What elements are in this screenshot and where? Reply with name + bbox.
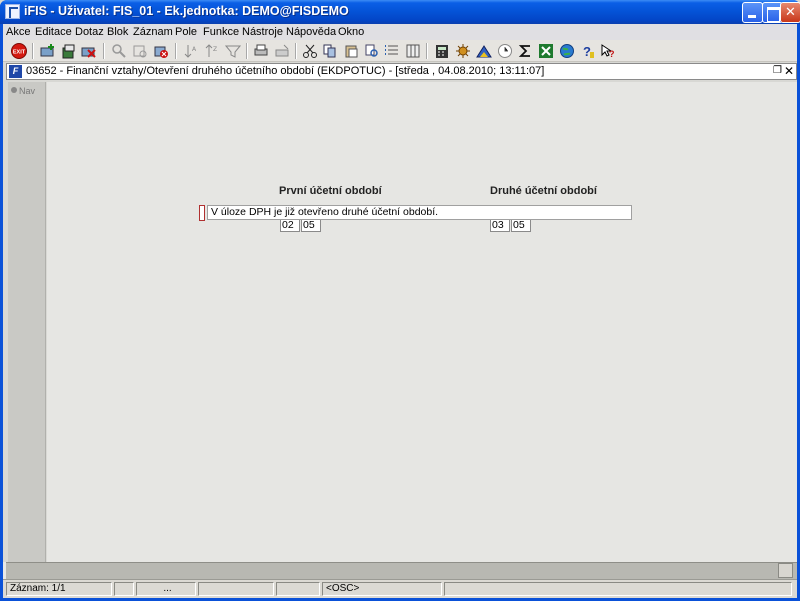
cut-icon[interactable] — [302, 43, 318, 59]
delete-record-icon[interactable] — [81, 43, 97, 59]
menu-napoveda[interactable]: Nápověda — [286, 26, 336, 38]
menu-pole[interactable]: Pole — [175, 26, 197, 38]
toolbar-separator — [32, 43, 34, 59]
context-help-icon[interactable]: ? — [600, 43, 616, 59]
horizontal-scrollbar[interactable] — [6, 562, 797, 579]
status-cell-2 — [114, 582, 134, 596]
menu-funkce[interactable]: Funkce — [203, 26, 239, 38]
menu-editace[interactable]: Editace — [35, 26, 72, 38]
second-period-year-field[interactable]: 05 — [511, 218, 531, 232]
menu-akce[interactable]: Akce — [6, 26, 30, 38]
restore-icon[interactable]: ❐ — [773, 65, 782, 76]
app-icon — [5, 4, 20, 19]
scrollbar-thumb[interactable] — [778, 563, 793, 578]
form-window-title: 03652 - Finanční vztahy/Otevření druhého… — [26, 65, 545, 77]
menubar: Akce Editace Dotaz Blok Záznam Pole Funk… — [3, 24, 797, 40]
toolbar: EXIT A Z ? ? — [3, 40, 797, 62]
form-window-icon: F — [9, 65, 22, 78]
svg-text:?: ? — [583, 44, 591, 59]
window-title: iFIS - Uživatel: FIS_01 - Ek.jednotka: D… — [24, 4, 349, 18]
list-icon[interactable] — [384, 43, 400, 59]
title-bar[interactable]: iFIS - Uživatel: FIS_01 - Ek.jednotka: D… — [0, 0, 800, 24]
paste-icon[interactable] — [343, 43, 359, 59]
svg-text:A: A — [192, 46, 197, 53]
minimize-button[interactable] — [742, 2, 763, 23]
exit-label: EXIT — [13, 50, 26, 56]
toolbar-separator — [246, 43, 248, 59]
menu-dotaz[interactable]: Dotaz — [75, 26, 104, 38]
second-period-month-field[interactable]: 03 — [490, 218, 510, 232]
print-setup-icon[interactable] — [274, 43, 290, 59]
print-icon[interactable] — [253, 43, 269, 59]
message-field[interactable]: V úloze DPH je již otevřeno druhé účetní… — [207, 205, 632, 220]
menu-zaznam[interactable]: Záznam — [133, 26, 173, 38]
chart-icon[interactable] — [476, 43, 492, 59]
settings-icon[interactable] — [455, 43, 471, 59]
clock-icon[interactable] — [497, 43, 513, 59]
close-button[interactable] — [780, 2, 800, 23]
first-period-month-field[interactable]: 02 — [280, 218, 300, 232]
status-cell-5 — [276, 582, 320, 596]
menu-okno[interactable]: Okno — [338, 26, 364, 38]
menu-blok[interactable]: Blok — [107, 26, 128, 38]
filter-icon[interactable] — [225, 43, 241, 59]
sort-asc-icon[interactable]: A — [183, 43, 199, 59]
status-cell-3: ... — [136, 582, 196, 596]
toolbar-separator — [103, 43, 105, 59]
form-canvas: První účetní období 02 05 Druhé účetní o… — [47, 82, 797, 562]
toolbar-separator — [175, 43, 177, 59]
navigation-panel[interactable]: Nav — [8, 82, 46, 562]
globe-icon[interactable] — [559, 43, 575, 59]
close-icon[interactable]: ✕ — [784, 64, 794, 78]
status-bar: Záznam: 1/1 ... <OSC> — [3, 579, 797, 598]
query-icon[interactable] — [111, 43, 127, 59]
status-cell-4 — [198, 582, 274, 596]
sum-icon[interactable] — [518, 43, 534, 59]
nav-label[interactable]: Nav — [11, 86, 35, 96]
first-period-year-field[interactable]: 05 — [301, 218, 321, 232]
find-icon[interactable] — [364, 43, 380, 59]
exit-icon[interactable]: EXIT — [11, 43, 27, 59]
cancel-query-icon[interactable] — [153, 43, 169, 59]
first-period-label: První účetní období — [279, 185, 382, 197]
message-indicator — [199, 205, 205, 221]
second-period-label: Druhé účetní období — [490, 185, 597, 197]
columns-icon[interactable] — [405, 43, 421, 59]
calculator-icon[interactable] — [434, 43, 450, 59]
mdi-area: F 03652 - Finanční vztahy/Otevření druhé… — [3, 62, 797, 562]
help-icon[interactable]: ? — [580, 43, 596, 59]
status-mode: <OSC> — [322, 582, 442, 596]
menu-nastroje[interactable]: Nástroje — [242, 26, 283, 38]
toolbar-separator — [426, 43, 428, 59]
sort-desc-icon[interactable]: Z — [204, 43, 220, 59]
svg-text:Z: Z — [213, 46, 217, 53]
excel-icon[interactable] — [538, 43, 554, 59]
app-window: iFIS - Uživatel: FIS_01 - Ek.jednotka: D… — [0, 0, 800, 601]
status-cell-7 — [444, 582, 792, 596]
client-area: Akce Editace Dotaz Blok Záznam Pole Funk… — [3, 24, 797, 598]
execute-query-icon[interactable] — [132, 43, 148, 59]
toolbar-separator — [295, 43, 297, 59]
form-window-title-bar[interactable]: F 03652 - Finanční vztahy/Otevření druhé… — [6, 63, 797, 80]
status-record: Záznam: 1/1 — [6, 582, 112, 596]
save-icon[interactable] — [61, 43, 77, 59]
insert-record-icon[interactable] — [40, 43, 56, 59]
svg-text:?: ? — [609, 49, 615, 59]
copy-icon[interactable] — [322, 43, 338, 59]
